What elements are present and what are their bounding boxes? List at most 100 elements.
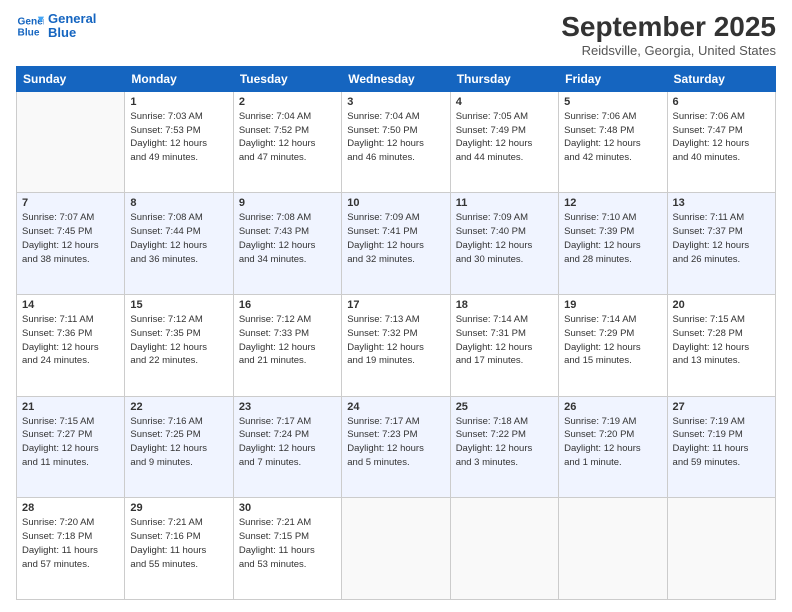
day-number: 24 [347, 401, 444, 413]
day-number: 7 [22, 197, 119, 209]
day-number: 23 [239, 401, 336, 413]
day-info: Sunrise: 7:06 AM Sunset: 7:47 PM Dayligh… [673, 110, 770, 165]
day-info: Sunrise: 7:04 AM Sunset: 7:52 PM Dayligh… [239, 110, 336, 165]
day-info: Sunrise: 7:17 AM Sunset: 7:24 PM Dayligh… [239, 415, 336, 470]
calendar-cell: 2Sunrise: 7:04 AM Sunset: 7:52 PM Daylig… [233, 91, 341, 193]
day-info: Sunrise: 7:17 AM Sunset: 7:23 PM Dayligh… [347, 415, 444, 470]
calendar-cell: 1 Sunrise: 7:03 AM Sunset: 7:53 PM Daylig… [125, 91, 233, 193]
page: General Blue General Blue September 2025… [0, 0, 792, 612]
calendar-cell: 16 Sunrise: 7:12 AM Sunset: 7:33 PM Dayli… [233, 295, 341, 397]
day-number: 5 [564, 96, 661, 108]
day-number: 26 [564, 401, 661, 413]
calendar-header-row: SundayMondayTuesdayWednesdayThursdayFrid… [17, 66, 776, 91]
calendar-cell: 25 Sunrise: 7:18 AM Sunset: 7:22 PM Dayli… [450, 396, 558, 498]
day-info: Sunrise: 7:12 AM Sunset: 7:35 PM Dayligh… [130, 313, 227, 368]
day-info: Sunrise: 7:12 AM Sunset: 7:33 PM Dayligh… [239, 313, 336, 368]
day-info: Sunrise: 7:14 AM Sunset: 7:31 PM Dayligh… [456, 313, 553, 368]
logo-line1: General [48, 12, 96, 26]
day-number: 20 [673, 299, 770, 311]
day-info: Sunrise: 7:07 AM Sunset: 7:45 PM Dayligh… [22, 211, 119, 266]
calendar-cell: 23 Sunrise: 7:17 AM Sunset: 7:24 PM Dayli… [233, 396, 341, 498]
calendar-cell: 22Sunrise: 7:16 AM Sunset: 7:25 PM Dayli… [125, 396, 233, 498]
day-info: Sunrise: 7:14 AM Sunset: 7:29 PM Dayligh… [564, 313, 661, 368]
calendar-cell: 15Sunrise: 7:12 AM Sunset: 7:35 PM Dayli… [125, 295, 233, 397]
day-number: 12 [564, 197, 661, 209]
calendar-cell: 13 Sunrise: 7:11 AM Sunset: 7:37 PM Dayli… [667, 193, 775, 295]
day-info: Sunrise: 7:09 AM Sunset: 7:41 PM Dayligh… [347, 211, 444, 266]
day-number: 10 [347, 197, 444, 209]
calendar-header-saturday: Saturday [667, 66, 775, 91]
day-info: Sunrise: 7:11 AM Sunset: 7:36 PM Dayligh… [22, 313, 119, 368]
calendar-cell: 12 Sunrise: 7:10 AM Sunset: 7:39 PM Dayli… [559, 193, 667, 295]
logo-icon: General Blue [16, 12, 44, 40]
calendar-cell [450, 498, 558, 600]
day-info: Sunrise: 7:05 AM Sunset: 7:49 PM Dayligh… [456, 110, 553, 165]
calendar-cell [667, 498, 775, 600]
day-number: 21 [22, 401, 119, 413]
day-info: Sunrise: 7:13 AM Sunset: 7:32 PM Dayligh… [347, 313, 444, 368]
day-info: Sunrise: 7:21 AM Sunset: 7:16 PM Dayligh… [130, 516, 227, 571]
day-number: 25 [456, 401, 553, 413]
day-number: 16 [239, 299, 336, 311]
calendar-cell: 20Sunrise: 7:15 AM Sunset: 7:28 PM Dayli… [667, 295, 775, 397]
calendar-table: SundayMondayTuesdayWednesdayThursdayFrid… [16, 66, 776, 600]
calendar-header-wednesday: Wednesday [342, 66, 450, 91]
day-number: 9 [239, 197, 336, 209]
calendar-cell: 29 Sunrise: 7:21 AM Sunset: 7:16 PM Dayli… [125, 498, 233, 600]
calendar-cell: 27Sunrise: 7:19 AM Sunset: 7:19 PM Dayli… [667, 396, 775, 498]
svg-text:Blue: Blue [18, 28, 40, 39]
day-info: Sunrise: 7:10 AM Sunset: 7:39 PM Dayligh… [564, 211, 661, 266]
calendar-week-row: 14 Sunrise: 7:11 AM Sunset: 7:36 PM Dayli… [17, 295, 776, 397]
calendar-header-thursday: Thursday [450, 66, 558, 91]
day-info: Sunrise: 7:20 AM Sunset: 7:18 PM Dayligh… [22, 516, 119, 571]
calendar-header-friday: Friday [559, 66, 667, 91]
calendar-cell: 21 Sunrise: 7:15 AM Sunset: 7:27 PM Dayli… [17, 396, 125, 498]
day-number: 19 [564, 299, 661, 311]
day-number: 28 [22, 502, 119, 514]
calendar-cell: 8 Sunrise: 7:08 AM Sunset: 7:44 PM Daylig… [125, 193, 233, 295]
day-number: 11 [456, 197, 553, 209]
day-info: Sunrise: 7:06 AM Sunset: 7:48 PM Dayligh… [564, 110, 661, 165]
calendar-week-row: 7 Sunrise: 7:07 AM Sunset: 7:45 PM Daylig… [17, 193, 776, 295]
day-number: 22 [130, 401, 227, 413]
day-number: 29 [130, 502, 227, 514]
day-info: Sunrise: 7:09 AM Sunset: 7:40 PM Dayligh… [456, 211, 553, 266]
calendar-cell: 17Sunrise: 7:13 AM Sunset: 7:32 PM Dayli… [342, 295, 450, 397]
logo: General Blue General Blue [16, 12, 96, 41]
calendar-header-sunday: Sunday [17, 66, 125, 91]
day-number: 13 [673, 197, 770, 209]
subtitle: Reidsville, Georgia, United States [561, 43, 776, 58]
main-title: September 2025 [561, 12, 776, 43]
day-number: 30 [239, 502, 336, 514]
calendar-cell: 5 Sunrise: 7:06 AM Sunset: 7:48 PM Daylig… [559, 91, 667, 193]
calendar-cell: 7 Sunrise: 7:07 AM Sunset: 7:45 PM Daylig… [17, 193, 125, 295]
calendar-cell: 10 Sunrise: 7:09 AM Sunset: 7:41 PM Dayli… [342, 193, 450, 295]
day-info: Sunrise: 7:15 AM Sunset: 7:27 PM Dayligh… [22, 415, 119, 470]
day-number: 6 [673, 96, 770, 108]
calendar-cell: 6 Sunrise: 7:06 AM Sunset: 7:47 PM Daylig… [667, 91, 775, 193]
day-number: 14 [22, 299, 119, 311]
calendar-cell: 24 Sunrise: 7:17 AM Sunset: 7:23 PM Dayli… [342, 396, 450, 498]
calendar-cell: 3Sunrise: 7:04 AM Sunset: 7:50 PM Daylig… [342, 91, 450, 193]
day-number: 1 [130, 96, 227, 108]
day-info: Sunrise: 7:08 AM Sunset: 7:43 PM Dayligh… [239, 211, 336, 266]
day-info: Sunrise: 7:19 AM Sunset: 7:19 PM Dayligh… [673, 415, 770, 470]
day-info: Sunrise: 7:19 AM Sunset: 7:20 PM Dayligh… [564, 415, 661, 470]
calendar-week-row: 28 Sunrise: 7:20 AM Sunset: 7:18 PM Dayli… [17, 498, 776, 600]
calendar-cell: 4 Sunrise: 7:05 AM Sunset: 7:49 PM Daylig… [450, 91, 558, 193]
day-info: Sunrise: 7:18 AM Sunset: 7:22 PM Dayligh… [456, 415, 553, 470]
calendar-cell: 14 Sunrise: 7:11 AM Sunset: 7:36 PM Dayli… [17, 295, 125, 397]
day-number: 18 [456, 299, 553, 311]
calendar-cell [342, 498, 450, 600]
calendar-cell: 19 Sunrise: 7:14 AM Sunset: 7:29 PM Dayli… [559, 295, 667, 397]
day-info: Sunrise: 7:03 AM Sunset: 7:53 PM Dayligh… [130, 110, 227, 165]
day-number: 4 [456, 96, 553, 108]
day-info: Sunrise: 7:11 AM Sunset: 7:37 PM Dayligh… [673, 211, 770, 266]
calendar-cell [17, 91, 125, 193]
day-number: 8 [130, 197, 227, 209]
calendar-cell [559, 498, 667, 600]
day-info: Sunrise: 7:08 AM Sunset: 7:44 PM Dayligh… [130, 211, 227, 266]
calendar-cell: 9 Sunrise: 7:08 AM Sunset: 7:43 PM Daylig… [233, 193, 341, 295]
calendar-week-row: 21 Sunrise: 7:15 AM Sunset: 7:27 PM Dayli… [17, 396, 776, 498]
day-number: 3 [347, 96, 444, 108]
